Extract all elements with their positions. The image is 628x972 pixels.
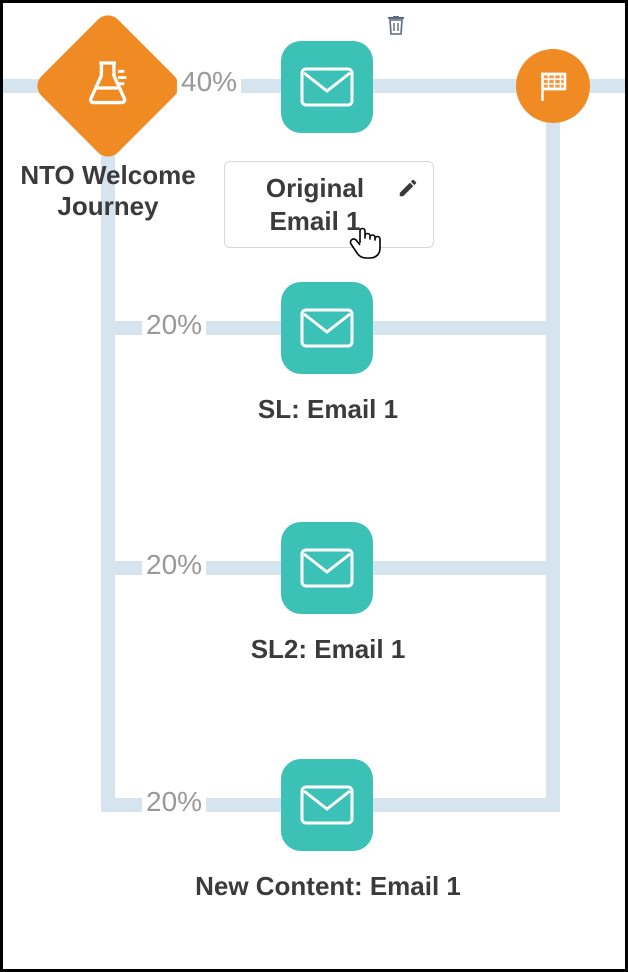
- envelope-icon: [300, 548, 354, 588]
- branch-percent-4: 20%: [142, 786, 206, 818]
- branch-percent-1: 40%: [177, 66, 241, 98]
- email-label-newcontent: New Content: Email 1: [183, 870, 473, 903]
- journey-canvas: NTO Welcome Journey 40% 20% 20% 20% Orig…: [0, 0, 628, 972]
- branch-percent-3: 20%: [142, 549, 206, 581]
- email-node-sl2[interactable]: [281, 522, 373, 614]
- email-node-newcontent[interactable]: [281, 759, 373, 851]
- email-node-original[interactable]: [281, 41, 373, 133]
- branch-percent-2: 20%: [142, 309, 206, 341]
- email-label-original[interactable]: Original Email 1: [224, 161, 434, 248]
- goal-node[interactable]: [516, 49, 590, 123]
- decision-label: NTO Welcome Journey: [13, 160, 203, 222]
- decision-node-nto-welcome[interactable]: NTO Welcome Journey: [54, 32, 162, 140]
- delete-icon[interactable]: [384, 12, 408, 43]
- email-label-sl2: SL2: Email 1: [183, 633, 473, 666]
- envelope-icon: [300, 785, 354, 825]
- edit-icon[interactable]: [397, 174, 419, 207]
- flag-icon: [535, 68, 571, 104]
- email-label-sl1: SL: Email 1: [183, 393, 473, 426]
- connector-vertical-right: [546, 86, 560, 806]
- flask-icon: [83, 59, 133, 114]
- cursor-pointer: [348, 225, 382, 266]
- envelope-icon: [300, 308, 354, 348]
- envelope-icon: [300, 67, 354, 107]
- email-node-sl1[interactable]: [281, 282, 373, 374]
